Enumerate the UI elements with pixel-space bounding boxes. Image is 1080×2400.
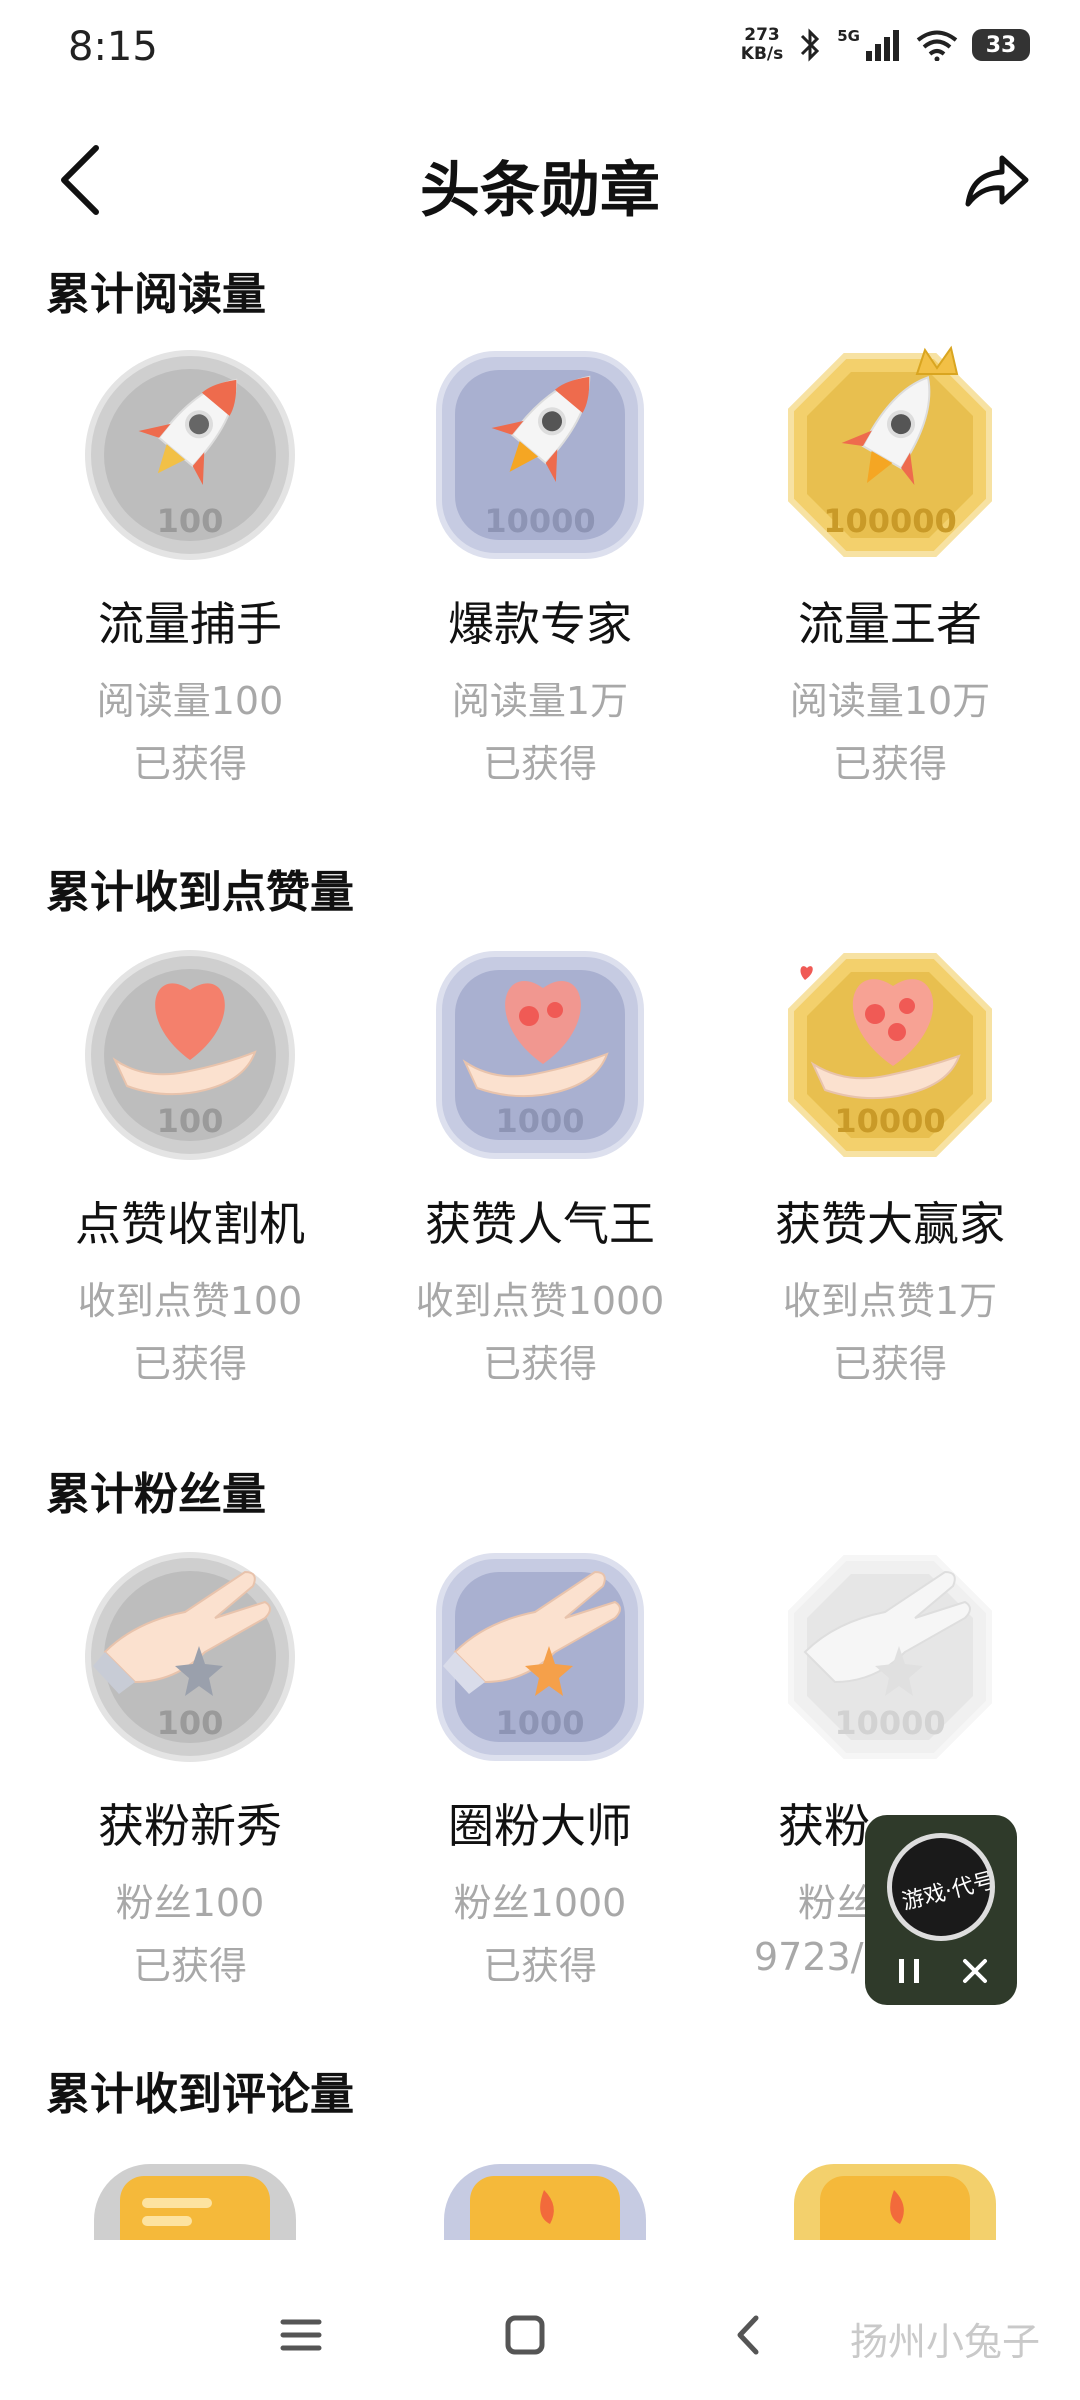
share-button[interactable] <box>956 142 1036 222</box>
badge-status: 已获得 <box>132 1944 247 1988</box>
comment-badge-icon <box>444 2164 646 2240</box>
comment-badge-icon <box>94 2164 296 2240</box>
network-speed: 273 KB/s <box>741 26 783 64</box>
heart-hand-icon: 100 <box>75 940 305 1170</box>
section-title-likes: 累计收到点赞量 <box>46 867 354 918</box>
watermark: 扬州小兔子 <box>849 2320 1040 2364</box>
badge-name: 爆款专家 <box>448 597 632 651</box>
status-bar: 8:15 273 KB/s 5G 33 <box>0 0 1080 100</box>
badge-number: 10000 <box>834 1704 946 1742</box>
badge-name: 流量捕手 <box>98 597 282 651</box>
badge-name: 点赞收割机 <box>75 1197 305 1251</box>
section-title-comments: 累计收到评论量 <box>46 2069 354 2120</box>
badge-card[interactable]: 100 点赞收割机 收到点赞100 已获得 <box>40 940 340 1388</box>
system-nav-bar: 扬州小兔子 <box>0 2260 1080 2400</box>
page-title: 头条勋章 <box>420 156 660 226</box>
heart-hand-icon: 10000 <box>775 940 1005 1170</box>
badge-condition: 阅读量10万 <box>789 679 991 723</box>
badge-condition: 阅读量100 <box>96 679 284 723</box>
rocket-icon: 100 <box>75 340 305 570</box>
badge-number: 100 <box>156 1102 224 1140</box>
badge-card[interactable]: 1000 圈粉大师 粉丝1000 已获得 <box>390 1542 690 1990</box>
star-hand-icon: 100 <box>75 1542 305 1772</box>
badge-condition: 粉丝1000 <box>453 1881 627 1925</box>
mini-player-cover-text: 游戏·代号永夜 <box>899 1857 995 1916</box>
badge-condition: 收到点赞1万 <box>782 1279 998 1323</box>
menu-icon[interactable] <box>266 2300 336 2370</box>
crowned-rocket-icon: 100000 <box>775 340 1005 570</box>
badge-number: 10000 <box>484 502 596 540</box>
badge-condition: 收到点赞100 <box>77 1279 303 1323</box>
nav-back-icon[interactable] <box>714 2300 784 2370</box>
badge-name: 获赞大赢家 <box>775 1197 1005 1251</box>
badge-name: 获粉新秀 <box>98 1799 282 1853</box>
status-icons: 273 KB/s 5G 33 <box>741 26 1030 64</box>
wifi-icon <box>916 30 958 61</box>
badge-card[interactable]: 10000 获赞大赢家 收到点赞1万 已获得 <box>740 940 1040 1388</box>
badge-name: 圈粉大师 <box>448 1799 632 1853</box>
pause-icon[interactable] <box>887 1949 931 1993</box>
badge-status: 已获得 <box>482 1944 597 1988</box>
badge-status: 已获得 <box>482 742 597 786</box>
badge-status: 已获得 <box>132 1342 247 1386</box>
close-icon[interactable] <box>953 1949 997 1993</box>
badge-status: 已获得 <box>832 742 947 786</box>
badge-condition: 阅读量1万 <box>451 679 629 723</box>
badge-name: 获赞人气王 <box>425 1197 655 1251</box>
signal-icon <box>866 30 899 61</box>
badge-number: 1000 <box>495 1102 585 1140</box>
badge-card[interactable]: 1000 获赞人气王 收到点赞1000 已获得 <box>390 940 690 1388</box>
header: 头条勋章 <box>0 118 1080 238</box>
status-time: 8:15 <box>68 24 158 70</box>
badge-status: 已获得 <box>832 1342 947 1386</box>
badge-status: 已获得 <box>482 1342 597 1386</box>
mini-player[interactable]: 游戏·代号永夜 <box>865 1815 1017 2005</box>
badge-card[interactable]: 100 获粉新秀 粉丝100 已获得 <box>40 1542 340 1990</box>
badge-status: 已获得 <box>132 742 247 786</box>
badge-card[interactable]: 100 流量捕手 阅读量100 已获得 <box>40 340 340 788</box>
home-icon[interactable] <box>490 2300 560 2370</box>
star-hand-icon: 10000 <box>775 1542 1005 1772</box>
5g-label: 5G <box>837 27 860 45</box>
section-title-reads: 累计阅读量 <box>46 269 266 320</box>
bluetooth-icon <box>801 28 820 62</box>
badge-condition: 粉丝100 <box>115 1881 265 1925</box>
badge-card[interactable]: 10000 爆款专家 阅读量1万 已获得 <box>390 340 690 788</box>
battery-indicator: 33 <box>972 29 1030 61</box>
badge-number: 100 <box>156 1704 224 1742</box>
comment-badge-icon <box>794 2164 996 2240</box>
net-speed-unit: KB/s <box>740 44 784 64</box>
badge-number: 10000 <box>834 1102 946 1140</box>
badge-number: 100000 <box>823 502 957 540</box>
mini-player-cover[interactable]: 游戏·代号永夜 <box>887 1833 995 1941</box>
star-hand-icon: 1000 <box>425 1542 655 1772</box>
badge-card[interactable]: 100000 流量王者 阅读量10万 已获得 <box>740 340 1040 788</box>
section-title-fans: 累计粉丝量 <box>46 1469 266 1520</box>
net-speed-value: 273 <box>744 25 780 45</box>
badge-name: 流量王者 <box>798 597 982 651</box>
badge-number: 1000 <box>495 1704 585 1742</box>
badge-condition: 收到点赞1000 <box>415 1279 665 1323</box>
heart-hand-icon: 1000 <box>425 940 655 1170</box>
badge-number: 100 <box>156 502 224 540</box>
rocket-icon: 10000 <box>425 340 655 570</box>
